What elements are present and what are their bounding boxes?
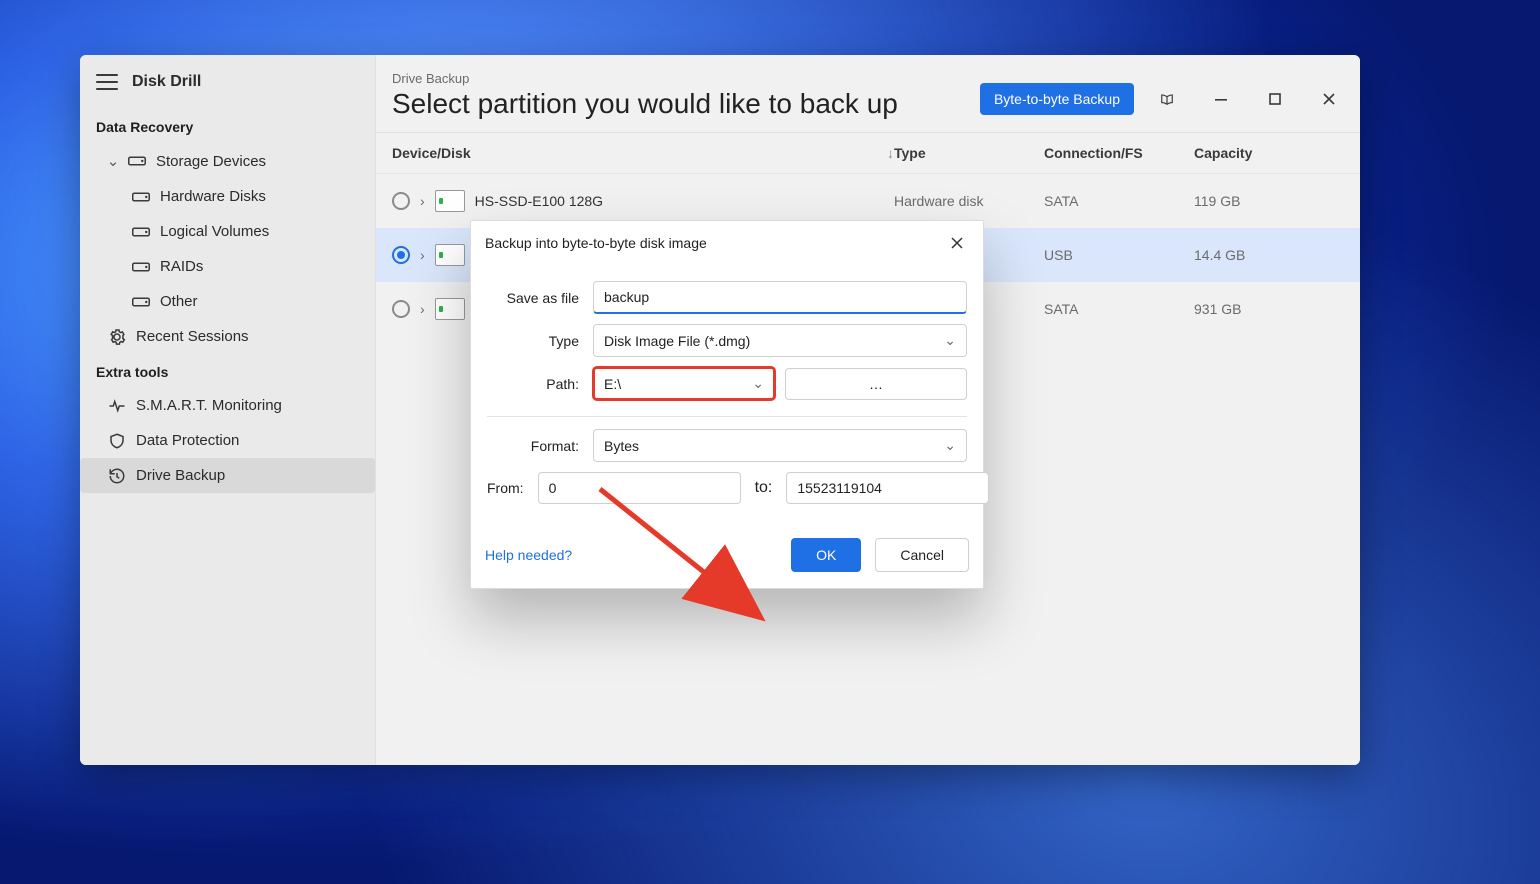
chevron-down-icon: ⌄ bbox=[944, 332, 956, 349]
shield-icon bbox=[108, 434, 126, 448]
chevron-down-icon: ⌄ bbox=[944, 437, 956, 454]
sidebar-item-label: RAIDs bbox=[160, 258, 203, 275]
sidebar-item-label: Data Protection bbox=[136, 432, 239, 449]
sidebar-item-recent-sessions[interactable]: Recent Sessions bbox=[80, 319, 375, 354]
col-type[interactable]: Type bbox=[894, 145, 1044, 161]
from-input[interactable] bbox=[538, 472, 741, 504]
dialog-title: Backup into byte-to-byte disk image bbox=[485, 235, 707, 251]
app-window: Disk Drill Data Recovery ⌄ Storage Devic… bbox=[80, 55, 1360, 765]
device-conn: USB bbox=[1044, 247, 1194, 263]
save-as-label: Save as file bbox=[487, 290, 579, 306]
sidebar-item-data-protection[interactable]: Data Protection bbox=[80, 423, 375, 458]
app-header: Disk Drill bbox=[80, 55, 375, 109]
sidebar-item-label: Hardware Disks bbox=[160, 188, 266, 205]
sidebar-item-label: Storage Devices bbox=[156, 153, 266, 170]
browse-button[interactable]: … bbox=[785, 368, 967, 400]
device-cap: 14.4 GB bbox=[1194, 247, 1344, 263]
dialog-titlebar: Backup into byte-to-byte disk image bbox=[471, 221, 983, 265]
byte-to-byte-backup-button[interactable]: Byte-to-byte Backup bbox=[980, 83, 1134, 115]
drive-icon bbox=[132, 225, 150, 239]
device-cap: 931 GB bbox=[1194, 301, 1344, 317]
drive-icon bbox=[435, 190, 465, 212]
to-input[interactable] bbox=[786, 472, 989, 504]
hamburger-icon[interactable] bbox=[96, 74, 118, 90]
divider bbox=[487, 416, 967, 417]
path-select[interactable]: E:\ ⌄ bbox=[593, 367, 775, 400]
gear-icon bbox=[108, 330, 126, 344]
table-header: Device/Disk ↓ Type Connection/FS Capacity bbox=[376, 133, 1360, 174]
drive-icon bbox=[435, 298, 465, 320]
col-cap[interactable]: Capacity bbox=[1194, 145, 1344, 161]
drive-icon bbox=[132, 295, 150, 309]
sidebar-item-label: Drive Backup bbox=[136, 467, 225, 484]
chevron-down-icon: ⌄ bbox=[752, 375, 764, 392]
device-name: HS-SSD-E100 128G bbox=[475, 193, 603, 209]
col-device[interactable]: Device/Disk bbox=[392, 145, 471, 161]
titlebar: Drive Backup Select partition you would … bbox=[376, 55, 1360, 132]
help-link[interactable]: Help needed? bbox=[485, 547, 572, 563]
sidebar-item-other[interactable]: Other bbox=[80, 284, 375, 319]
type-label: Type bbox=[487, 333, 579, 349]
chevron-right-icon[interactable]: › bbox=[420, 193, 425, 209]
format-select[interactable]: Bytes ⌄ bbox=[593, 429, 967, 462]
sidebar-item-storage-devices[interactable]: ⌄ Storage Devices bbox=[80, 143, 375, 179]
backup-dialog: Backup into byte-to-byte disk image Save… bbox=[470, 220, 984, 589]
drive-icon bbox=[128, 154, 146, 168]
save-as-input[interactable] bbox=[593, 281, 967, 314]
type-select[interactable]: Disk Image File (*.dmg) ⌄ bbox=[593, 324, 967, 357]
section-extra-tools: Extra tools bbox=[80, 354, 375, 388]
path-value: E:\ bbox=[604, 376, 621, 392]
path-label: Path: bbox=[487, 376, 579, 392]
breadcrumb: Drive Backup bbox=[392, 71, 898, 86]
row-radio[interactable] bbox=[392, 192, 410, 210]
device-conn: SATA bbox=[1044, 301, 1194, 317]
to-label: to: bbox=[755, 479, 773, 497]
dialog-close-button[interactable] bbox=[943, 231, 971, 255]
sidebar-item-label: Other bbox=[160, 293, 198, 310]
ok-button[interactable]: OK bbox=[791, 538, 861, 572]
chevron-down-icon: ⌄ bbox=[108, 152, 118, 170]
minimize-button[interactable] bbox=[1200, 85, 1242, 113]
pulse-icon bbox=[108, 399, 126, 413]
chevron-right-icon[interactable]: › bbox=[420, 301, 425, 317]
drive-icon bbox=[435, 244, 465, 266]
history-icon bbox=[108, 469, 126, 483]
device-conn: SATA bbox=[1044, 193, 1194, 209]
from-label: From: bbox=[487, 480, 524, 496]
cancel-button[interactable]: Cancel bbox=[875, 538, 969, 572]
sort-arrow-icon[interactable]: ↓ bbox=[887, 145, 894, 161]
book-icon[interactable] bbox=[1146, 85, 1188, 113]
type-value: Disk Image File (*.dmg) bbox=[604, 333, 750, 349]
row-radio[interactable] bbox=[392, 246, 410, 264]
close-button[interactable] bbox=[1308, 85, 1350, 113]
format-label: Format: bbox=[487, 438, 579, 454]
sidebar-item-hardware-disks[interactable]: Hardware Disks bbox=[80, 179, 375, 214]
sidebar-item-label: S.M.A.R.T. Monitoring bbox=[136, 397, 282, 414]
device-cap: 119 GB bbox=[1194, 193, 1344, 209]
page-title: Select partition you would like to back … bbox=[392, 88, 898, 120]
sidebar-item-raids[interactable]: RAIDs bbox=[80, 249, 375, 284]
sidebar-item-label: Recent Sessions bbox=[136, 328, 249, 345]
sidebar-item-label: Logical Volumes bbox=[160, 223, 269, 240]
drive-icon bbox=[132, 190, 150, 204]
sidebar-item-smart[interactable]: S.M.A.R.T. Monitoring bbox=[80, 388, 375, 423]
section-data-recovery: Data Recovery bbox=[80, 109, 375, 143]
sidebar-item-logical-volumes[interactable]: Logical Volumes bbox=[80, 214, 375, 249]
format-value: Bytes bbox=[604, 438, 639, 454]
drive-icon bbox=[132, 260, 150, 274]
app-title: Disk Drill bbox=[132, 73, 201, 91]
maximize-button[interactable] bbox=[1254, 85, 1296, 113]
sidebar-item-drive-backup[interactable]: Drive Backup bbox=[80, 458, 375, 493]
row-radio[interactable] bbox=[392, 300, 410, 318]
device-type: Hardware disk bbox=[894, 193, 1044, 209]
col-conn[interactable]: Connection/FS bbox=[1044, 145, 1194, 161]
chevron-right-icon[interactable]: › bbox=[420, 247, 425, 263]
sidebar: Disk Drill Data Recovery ⌄ Storage Devic… bbox=[80, 55, 376, 765]
